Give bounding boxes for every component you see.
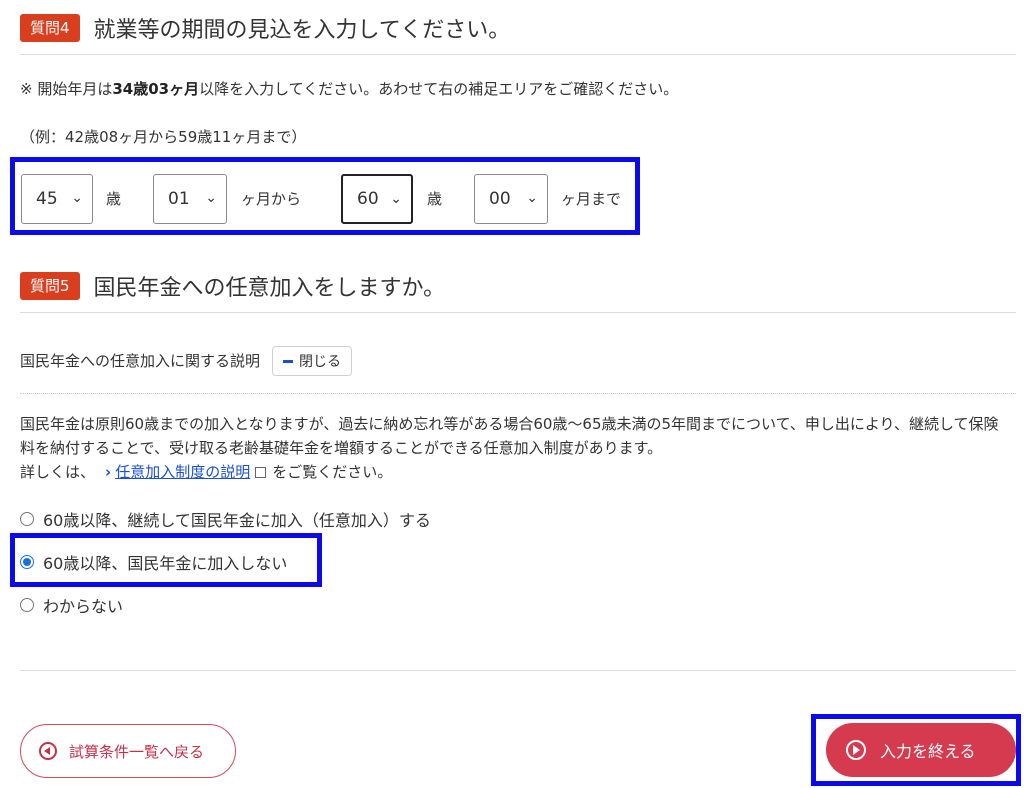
end-age-select[interactable]: 60 ⌄ [341, 174, 413, 224]
unit-month-to: ヶ月まで [561, 190, 622, 208]
unit-age-2: 歳 [427, 190, 443, 208]
question-5-badge: 質問5 [20, 272, 80, 300]
chevron-down-icon: ⌄ [205, 190, 217, 206]
radio-button[interactable] [20, 512, 34, 526]
radio-button-selected[interactable] [20, 555, 34, 569]
unit-month-from: ヶ月から [241, 190, 302, 208]
external-window-icon [255, 467, 267, 478]
end-age-value: 60 [357, 189, 379, 209]
finish-input-button[interactable]: 入力を終える [826, 723, 1016, 777]
end-month-select[interactable]: 00 ⌄ [474, 174, 548, 224]
example-text: （例：42歳08ヶ月から59歳11ヶ月まで） [20, 128, 307, 146]
chevron-down-icon: ⌄ [71, 190, 83, 206]
divider [20, 670, 1016, 671]
note-bold-age: 34歳03ヶ月 [112, 80, 200, 98]
question-4-title: 就業等の期間の見込を入力してください。 [93, 18, 511, 43]
question-5-header: 質問5 国民年金への任意加入をしますか。 [20, 270, 1016, 313]
radio-label: 60歳以降、国民年金に加入しない [43, 554, 288, 573]
radio-option-not-join[interactable]: 60歳以降、国民年金に加入しない [20, 550, 287, 574]
minus-icon [283, 359, 294, 363]
unit-age-1: 歳 [106, 190, 122, 208]
radio-label: わからない [43, 597, 124, 616]
radio-option-unknown[interactable]: わからない [20, 593, 123, 617]
close-label: 閉じる [299, 354, 342, 370]
close-explanation-button[interactable]: 閉じる [272, 346, 353, 376]
period-highlight-box: 45 ⌄ 歳 01 ⌄ ヶ月から 60 ⌄ 歳 00 ⌄ ヶ月まで [10, 157, 640, 235]
note-suffix: 以降を入力してください。あわせて右の補足エリアをご確認ください。 [199, 80, 679, 98]
note-prefix: ※ 開始年月は [20, 80, 113, 98]
start-date-note: ※ 開始年月は34歳03ヶ月以降を入力してください。あわせて右の補足エリアをご確… [20, 78, 678, 99]
question-4-header: 質問4 就業等の期間の見込を入力してください。 [20, 12, 1016, 55]
end-month-value: 00 [489, 189, 511, 209]
detail-suffix: をご覧ください。 [272, 463, 393, 481]
start-month-select[interactable]: 01 ⌄ [153, 174, 227, 224]
explanation-paragraph: 国民年金は原則60歳までの加入となりますが、過去に納め忘れ等がある場合60歳〜6… [20, 412, 1010, 484]
voluntary-enrollment-link[interactable]: 任意加入制度の説明 [115, 463, 250, 481]
chevron-right-icon: › [105, 463, 112, 481]
explanation-row: 国民年金への任意加入に関する説明 閉じる [20, 346, 1016, 394]
chevron-down-icon: ⌄ [526, 190, 538, 206]
back-to-list-button[interactable]: 試算条件一覧へ戻る [20, 724, 236, 778]
radio-option-continue[interactable]: 60歳以降、継続して国民年金に加入（任意加入）する [20, 507, 431, 531]
finish-label: 入力を終える [880, 742, 976, 761]
radio-button[interactable] [20, 598, 34, 612]
question-5-title: 国民年金への任意加入をしますか。 [93, 276, 446, 301]
chevron-down-icon: ⌄ [390, 191, 402, 207]
back-label: 試算条件一覧へ戻る [69, 742, 205, 761]
play-icon [846, 740, 866, 760]
start-month-value: 01 [168, 189, 190, 209]
explanation-label: 国民年金への任意加入に関する説明 [20, 352, 261, 370]
start-age-value: 45 [36, 189, 58, 209]
explanation-text: 国民年金は原則60歳までの加入となりますが、過去に納め忘れ等がある場合60歳〜6… [20, 415, 999, 457]
radio-label: 60歳以降、継続して国民年金に加入（任意加入）する [43, 511, 431, 530]
question-4-badge: 質問4 [20, 14, 80, 42]
detail-prefix: 詳しくは、 [20, 463, 96, 481]
start-age-select[interactable]: 45 ⌄ [21, 174, 93, 224]
back-arrow-icon [39, 742, 57, 760]
